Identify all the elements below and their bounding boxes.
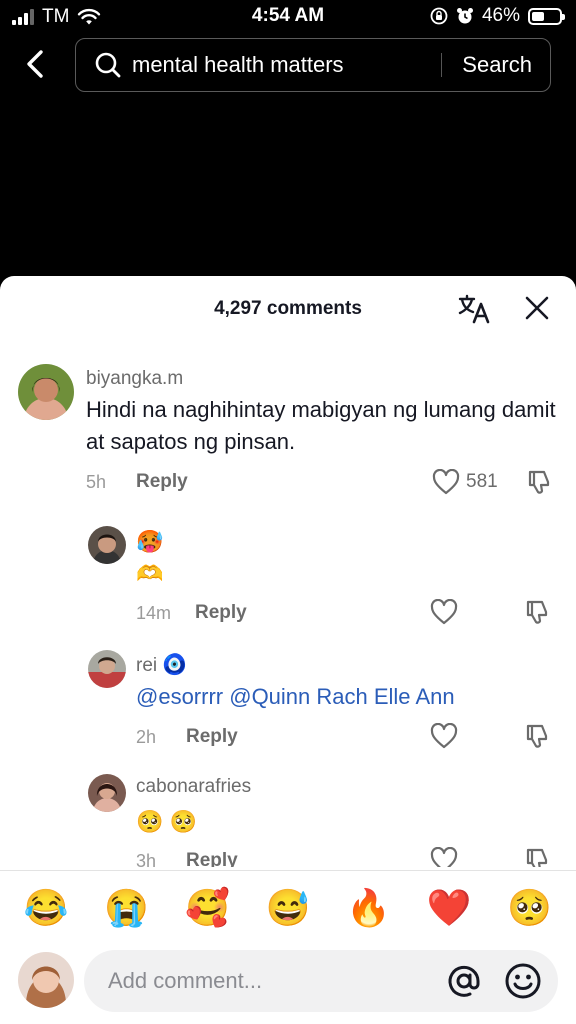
like-button[interactable]: [430, 723, 458, 749]
search-button[interactable]: Search: [442, 52, 550, 78]
status-right: 46%: [430, 5, 565, 27]
reply-button[interactable]: Reply: [195, 602, 247, 624]
avatar[interactable]: [88, 526, 126, 564]
like-count: 581: [466, 471, 498, 492]
orientation-lock-icon: [430, 7, 448, 25]
search-input[interactable]: mental health matters: [132, 52, 441, 78]
comment-time: 5h: [86, 472, 107, 492]
heart-icon: [430, 599, 458, 625]
heart-icon: [430, 723, 458, 749]
battery-percent: 46%: [481, 5, 520, 26]
comment-username[interactable]: biyangka.m: [86, 368, 183, 390]
emoji-button[interactable]: 🥺: [507, 888, 552, 928]
divider: [0, 870, 576, 871]
smiley-icon: [505, 963, 541, 999]
emoji-button[interactable]: 🔥: [346, 888, 391, 928]
comments-header: 4,297 comments: [0, 276, 576, 340]
search-icon: [94, 51, 122, 79]
translate-button[interactable]: [458, 294, 492, 324]
avatar[interactable]: [18, 364, 74, 420]
emoji-button[interactable]: 😂: [24, 888, 69, 928]
close-button[interactable]: [524, 295, 550, 321]
reply-button[interactable]: Reply: [186, 726, 238, 748]
alarm-icon: [456, 8, 473, 24]
emoji-button[interactable]: 😭: [104, 888, 149, 928]
emoji-quick-bar: 😂 😭 🥰 😅 🔥 ❤️ 🥺: [0, 880, 576, 936]
reply-username[interactable]: cabonarafries: [136, 776, 251, 798]
dislike-button[interactable]: [526, 468, 554, 496]
battery-icon: [528, 7, 565, 25]
reply-username[interactable]: rei 🧿: [136, 652, 187, 678]
like-button[interactable]: [430, 599, 458, 625]
thumbs-down-icon: [526, 600, 548, 624]
emoji-picker-button[interactable]: [504, 962, 542, 1000]
comment-input-placeholder: Add comment...: [108, 968, 263, 993]
thumbs-down-icon: [528, 470, 550, 494]
dislike-button[interactable]: [524, 722, 552, 750]
reply-text[interactable]: @esorrrr @Quinn Rach Elle Ann: [136, 681, 455, 713]
emoji-button[interactable]: ❤️: [427, 888, 472, 928]
at-sign-icon: [448, 965, 480, 997]
nazar-emoji: 🧿: [162, 654, 188, 676]
my-avatar[interactable]: [18, 952, 74, 1008]
reply-emoji[interactable]: 🫶: [136, 558, 163, 590]
mention-button[interactable]: [446, 963, 482, 999]
dislike-button[interactable]: [524, 598, 552, 626]
mention-link[interactable]: @Quinn Rach Elle Ann: [229, 684, 454, 709]
close-icon: [525, 296, 549, 320]
avatar[interactable]: [88, 650, 126, 688]
avatar[interactable]: [88, 774, 126, 812]
comment-input[interactable]: Add comment...: [84, 950, 558, 1012]
reply-emoji[interactable]: 🥵: [136, 526, 163, 558]
emoji-button[interactable]: 😅: [266, 888, 311, 928]
reply-time: 14m: [136, 603, 172, 623]
chevron-left-icon: [27, 50, 43, 78]
reply-button[interactable]: Reply: [136, 471, 188, 493]
mention-link[interactable]: @esorrrr: [136, 684, 223, 709]
comment-text[interactable]: Hindi na naghihintay mabigyan ng lumang …: [86, 394, 556, 458]
reply-time: 2h: [136, 727, 157, 747]
status-bar: TM 4:54 AM 46%: [0, 0, 576, 32]
heart-icon: [432, 469, 460, 495]
back-button[interactable]: [20, 46, 50, 82]
emoji-button[interactable]: 🥰: [185, 888, 230, 928]
reply-emoji[interactable]: 🥺 🥺: [136, 806, 197, 838]
search-bar[interactable]: mental health matters Search: [75, 38, 551, 92]
thumbs-down-icon: [526, 724, 548, 748]
translate-icon: [458, 294, 490, 324]
reply-username-text[interactable]: rei: [136, 655, 157, 676]
like-button[interactable]: 581: [432, 469, 498, 495]
